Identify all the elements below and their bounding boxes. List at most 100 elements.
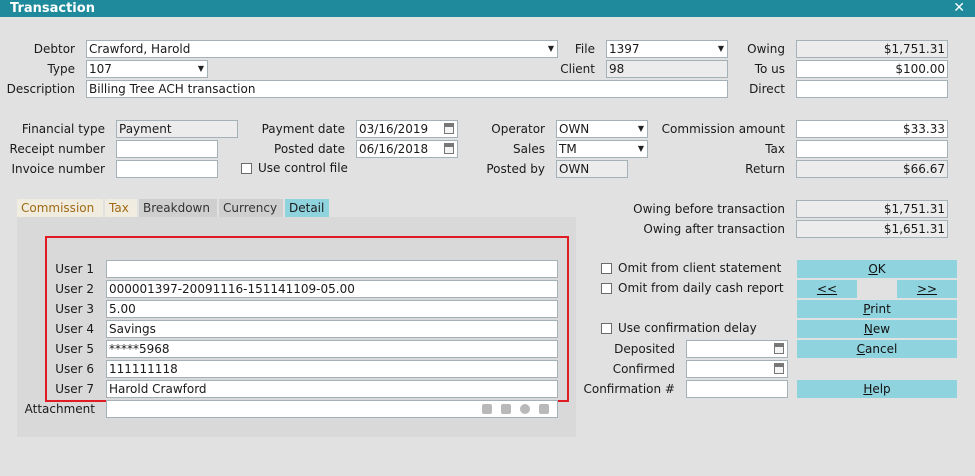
help-button[interactable]: Help [797,380,957,398]
deposited-label: Deposited [614,342,675,356]
calendar-icon[interactable] [444,123,454,134]
invoice-number-input[interactable] [116,160,218,178]
confirmed-input[interactable] [686,360,788,378]
print-label: rint [870,302,891,316]
owing-label: Owing [747,42,785,56]
payment-date-value: 03/16/2019 [359,122,429,136]
description-label: Description [6,82,75,96]
operator-select[interactable]: OWN ▼ [556,120,648,138]
commission-amount-value: $33.33 [903,122,945,136]
tab-detail[interactable]: Detail [285,199,329,217]
type-label: Type [47,62,75,76]
help-mnemonic: H [863,382,873,396]
owing-after-field: $1,651.31 [796,220,948,238]
save-icon[interactable] [501,404,511,414]
previous-button[interactable]: << [797,280,857,298]
ok-label: K [877,262,886,276]
calendar-icon[interactable] [774,343,784,354]
window-title: Transaction [10,1,95,16]
receipt-number-label: Receipt number [9,142,105,156]
tab-commission[interactable]: Commission [17,199,103,217]
sales-label: Sales [513,142,545,156]
confirmation-number-input[interactable] [686,380,788,398]
use-control-file-label: Use control file [258,161,348,175]
omit-daily-cash-report-label: Omit from daily cash report [618,281,784,295]
to-us-label: To us [754,62,785,76]
owing-after-value: $1,651.31 [883,222,945,236]
highlight-box [45,236,569,402]
comment-icon[interactable] [482,404,492,414]
previous-label: << [816,282,838,296]
financial-type-value: Payment [119,122,172,136]
next-button[interactable]: >> [897,280,957,298]
payment-date-input[interactable]: 03/16/2019 [356,120,458,138]
client-label: Client [560,62,595,76]
client-value: 98 [609,62,625,76]
confirmation-number-label: Confirmation # [583,382,675,396]
sales-value: TM [559,142,577,156]
cancel-button[interactable]: Cancel [797,340,957,358]
use-control-file-checkbox[interactable] [241,163,252,174]
next-label: >> [916,282,938,296]
file-value: 1397 [609,42,640,56]
commission-amount-input[interactable]: $33.33 [796,120,948,138]
close-icon[interactable]: ✕ [953,0,965,17]
use-confirmation-delay-checkbox[interactable] [601,323,612,334]
new-button[interactable]: New [797,320,957,338]
remove-icon[interactable] [520,404,530,414]
ok-button[interactable]: OK [797,260,957,278]
tax-label: Tax [765,142,785,156]
tax-input[interactable] [796,140,948,158]
payment-date-label: Payment date [261,122,345,136]
chevron-down-icon[interactable]: ▼ [198,61,204,77]
file-select[interactable]: 1397 ▼ [606,40,728,58]
attachment-tools [478,403,556,417]
return-value: $66.67 [903,162,945,176]
owing-before-value: $1,751.31 [883,202,945,216]
print-button[interactable]: Print [797,300,957,318]
owing-before-field: $1,751.31 [796,200,948,218]
receipt-number-input[interactable] [116,140,218,158]
attachment-label: Attachment [24,402,95,416]
use-confirmation-delay-label: Use confirmation delay [618,321,757,335]
omit-client-statement-checkbox[interactable] [601,263,612,274]
owing-value: $1,751.31 [883,42,945,56]
debtor-label: Debtor [33,42,75,56]
operator-label: Operator [491,122,545,136]
calendar-icon[interactable] [774,363,784,374]
file-label: File [574,42,595,56]
commission-amount-label: Commission amount [661,122,785,136]
client-field: 98 [606,60,728,78]
confirmed-label: Confirmed [612,362,675,376]
financial-type-label: Financial type [21,122,105,136]
ok-mnemonic: O [868,262,878,276]
new-label: ew [872,322,891,336]
title-bar: Transaction ✕ [0,0,975,17]
return-field: $66.67 [796,160,948,178]
calendar-icon[interactable] [444,143,454,154]
tab-currency[interactable]: Currency [219,199,283,217]
return-label: Return [745,162,785,176]
description-input[interactable]: Billing Tree ACH transaction [86,80,728,98]
type-value: 107 [89,62,112,76]
posted-date-input[interactable]: 06/16/2018 [356,140,458,158]
search-icon[interactable] [539,404,549,414]
omit-client-statement-label: Omit from client statement [618,261,782,275]
to-us-input[interactable]: $100.00 [796,60,948,78]
sales-select[interactable]: TM ▼ [556,140,648,158]
description-value: Billing Tree ACH transaction [89,82,256,96]
tab-tax[interactable]: Tax [105,199,137,217]
deposited-input[interactable] [686,340,788,358]
invoice-number-label: Invoice number [11,162,105,176]
help-label: elp [872,382,891,396]
posted-by-value: OWN [559,162,590,176]
debtor-select[interactable]: Crawford, Harold ▼ [86,40,558,58]
posted-by-label: Posted by [486,162,545,176]
direct-input[interactable] [796,80,948,98]
cancel-mnemonic: C [856,342,866,356]
posted-date-label: Posted date [274,142,345,156]
tab-breakdown[interactable]: Breakdown [139,199,217,217]
new-mnemonic: N [863,322,873,336]
type-select[interactable]: 107 ▼ [86,60,208,78]
omit-daily-cash-report-checkbox[interactable] [601,283,612,294]
